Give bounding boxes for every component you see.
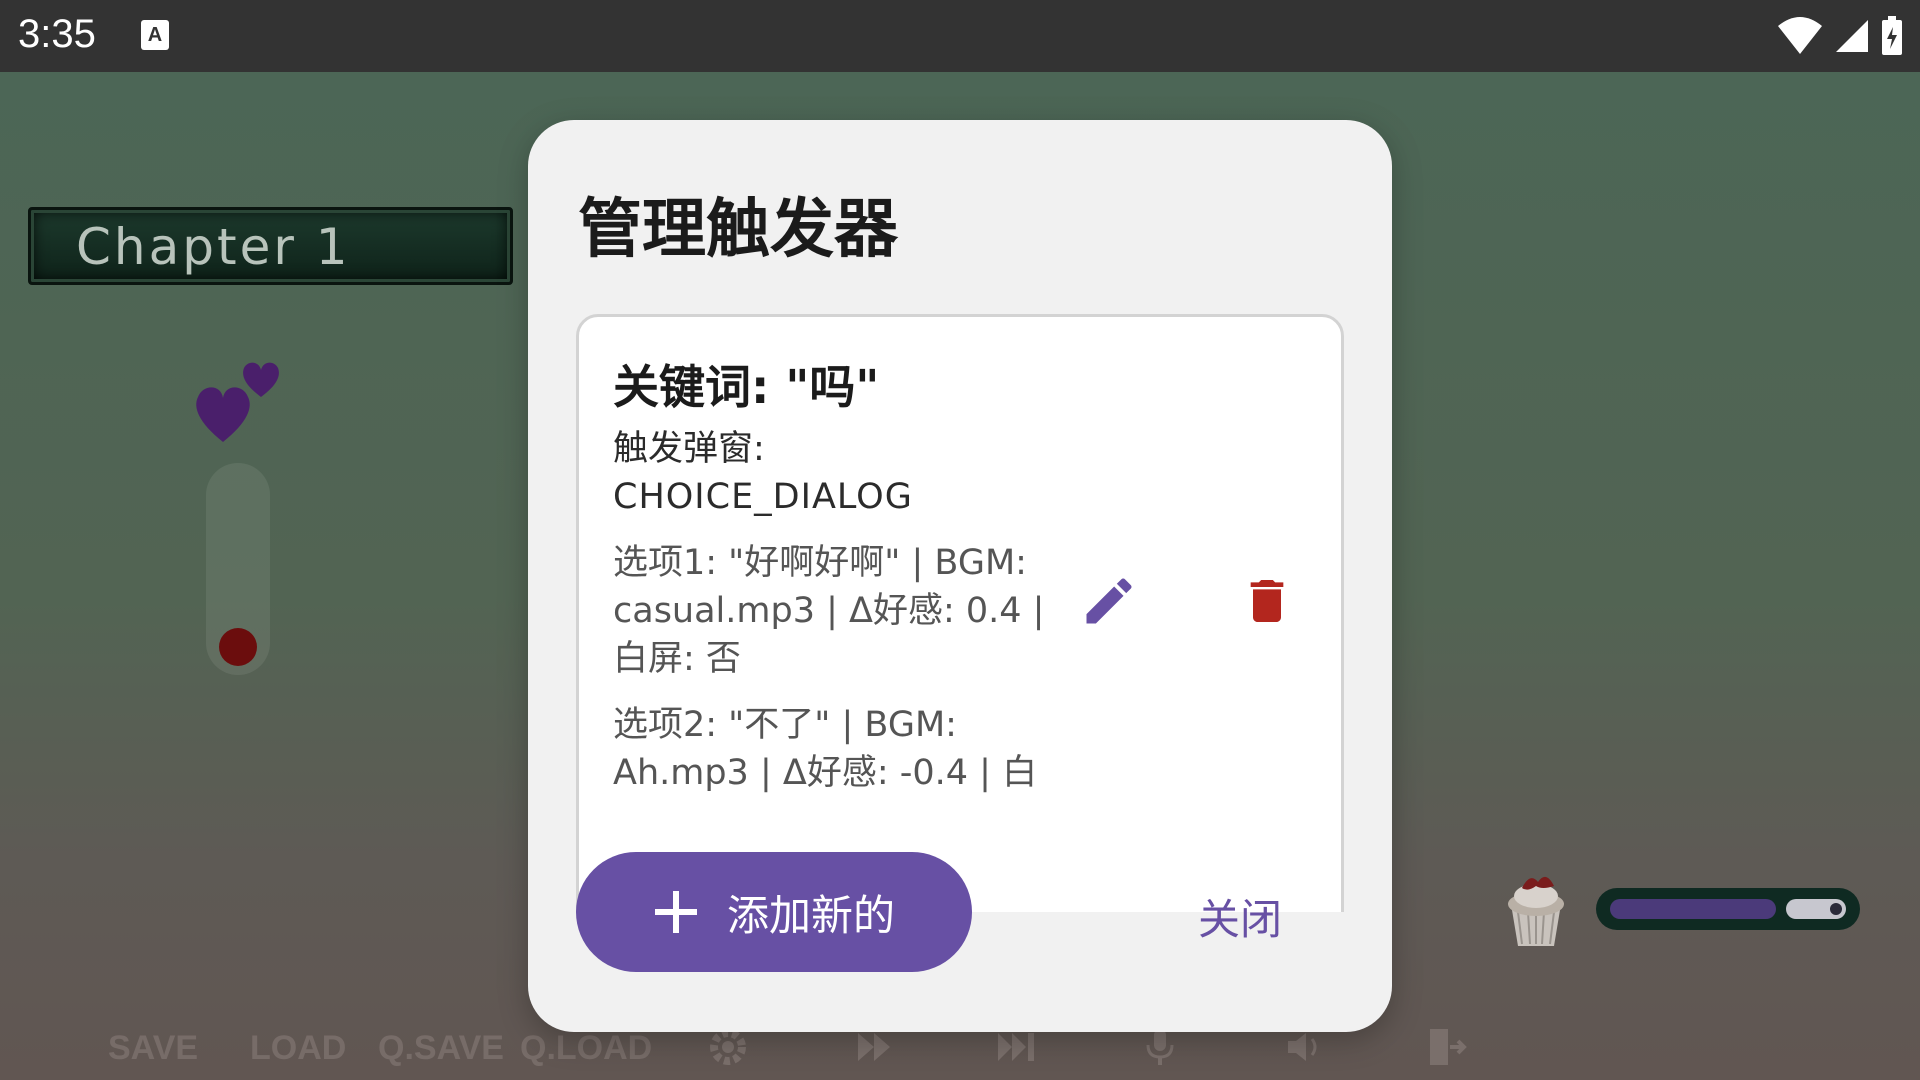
plus-icon xyxy=(654,891,697,933)
status-bar: 3:35 A xyxy=(0,0,1920,72)
status-time: 3:35 xyxy=(18,12,96,56)
manage-triggers-dialog: 管理触发器 关键词: "吗" 触发弹窗: CHOICE_DIALOG 选项1: … xyxy=(528,120,1392,1032)
trash-icon xyxy=(1250,580,1284,622)
trigger-option-1: 选项1: "好啊好啊" | BGM: casual.mp3 | Δ好感: 0.4… xyxy=(613,543,1045,679)
pencil-icon xyxy=(1086,578,1132,624)
cellular-signal-icon xyxy=(1836,20,1868,52)
trigger-popup-label: 触发弹窗: xyxy=(613,429,765,469)
trigger-list[interactable]: 关键词: "吗" 触发弹窗: CHOICE_DIALOG 选项1: "好啊好啊"… xyxy=(576,314,1344,912)
battery-charging-icon xyxy=(1882,16,1902,55)
wifi-icon xyxy=(1778,17,1822,54)
trigger-keyword: 关键词: "吗" xyxy=(613,360,880,414)
trigger-option-2: 选项2: "不了" | BGM: Ah.mp3 | Δ好感: -0.4 | 白 xyxy=(613,705,1038,793)
add-new-button[interactable]: 添加新的 xyxy=(576,852,972,972)
trigger-popup-value: CHOICE_DIALOG xyxy=(613,477,913,517)
trigger-card: 关键词: "吗" 触发弹窗: CHOICE_DIALOG 选项1: "好啊好啊"… xyxy=(576,314,1344,912)
edit-trigger-button[interactable] xyxy=(1069,561,1149,641)
a-icon: A xyxy=(141,20,169,50)
delete-trigger-button[interactable] xyxy=(1227,561,1307,641)
status-icons xyxy=(1776,14,1904,58)
dialog-title: 管理触发器 xyxy=(578,193,898,267)
add-new-label: 添加新的 xyxy=(726,890,895,940)
close-button[interactable]: 关闭 xyxy=(1188,882,1292,951)
